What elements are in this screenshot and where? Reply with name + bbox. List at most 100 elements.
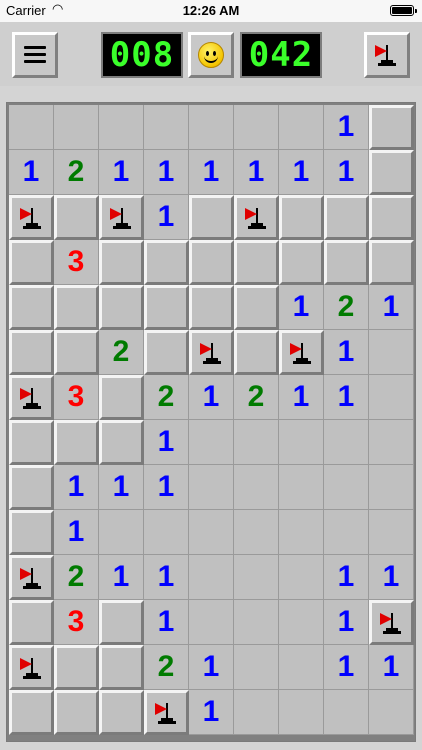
revealed-number-cell[interactable]: 1 [9, 150, 54, 195]
hidden-cell[interactable] [54, 195, 99, 240]
revealed-empty-cell[interactable] [369, 375, 414, 420]
flagged-cell[interactable] [9, 195, 54, 240]
hidden-cell[interactable] [9, 510, 54, 555]
revealed-number-cell[interactable]: 1 [279, 375, 324, 420]
revealed-empty-cell[interactable] [279, 420, 324, 465]
hidden-cell[interactable] [189, 285, 234, 330]
hidden-cell[interactable] [279, 195, 324, 240]
revealed-empty-cell[interactable] [234, 645, 279, 690]
hidden-cell[interactable] [144, 240, 189, 285]
hidden-cell[interactable] [9, 600, 54, 645]
revealed-number-cell[interactable]: 1 [144, 195, 189, 240]
revealed-empty-cell[interactable] [369, 690, 414, 735]
revealed-empty-cell[interactable] [99, 510, 144, 555]
flagged-cell[interactable] [9, 555, 54, 600]
revealed-empty-cell[interactable] [234, 555, 279, 600]
revealed-empty-cell[interactable] [279, 105, 324, 150]
revealed-number-cell[interactable]: 1 [279, 150, 324, 195]
revealed-number-cell[interactable]: 1 [324, 150, 369, 195]
revealed-number-cell[interactable]: 1 [144, 465, 189, 510]
revealed-number-cell[interactable]: 1 [144, 150, 189, 195]
revealed-empty-cell[interactable] [324, 690, 369, 735]
hidden-cell[interactable] [9, 240, 54, 285]
revealed-number-cell[interactable]: 2 [144, 645, 189, 690]
flagged-cell[interactable] [144, 690, 189, 735]
hidden-cell[interactable] [324, 195, 369, 240]
revealed-number-cell[interactable]: 3 [54, 375, 99, 420]
revealed-number-cell[interactable]: 1 [324, 555, 369, 600]
revealed-empty-cell[interactable] [99, 105, 144, 150]
revealed-empty-cell[interactable] [189, 600, 234, 645]
flagged-cell[interactable] [99, 195, 144, 240]
hidden-cell[interactable] [9, 690, 54, 735]
hidden-cell[interactable] [99, 690, 144, 735]
revealed-number-cell[interactable]: 1 [189, 690, 234, 735]
revealed-number-cell[interactable]: 1 [144, 600, 189, 645]
flagged-cell[interactable] [9, 375, 54, 420]
revealed-number-cell[interactable]: 1 [189, 375, 234, 420]
revealed-empty-cell[interactable] [9, 105, 54, 150]
hidden-cell[interactable] [9, 465, 54, 510]
hidden-cell[interactable] [369, 240, 414, 285]
hidden-cell[interactable] [99, 600, 144, 645]
hidden-cell[interactable] [54, 645, 99, 690]
revealed-number-cell[interactable]: 1 [189, 150, 234, 195]
revealed-number-cell[interactable]: 1 [144, 420, 189, 465]
revealed-number-cell[interactable]: 1 [369, 645, 414, 690]
revealed-number-cell[interactable]: 1 [324, 375, 369, 420]
menu-button[interactable] [12, 32, 58, 78]
revealed-number-cell[interactable]: 1 [144, 555, 189, 600]
flagged-cell[interactable] [234, 195, 279, 240]
hidden-cell[interactable] [369, 150, 414, 195]
revealed-number-cell[interactable]: 1 [279, 285, 324, 330]
revealed-number-cell[interactable]: 1 [189, 645, 234, 690]
revealed-empty-cell[interactable] [234, 600, 279, 645]
revealed-number-cell[interactable]: 1 [324, 105, 369, 150]
revealed-empty-cell[interactable] [189, 465, 234, 510]
hidden-cell[interactable] [99, 645, 144, 690]
hidden-cell[interactable] [324, 240, 369, 285]
hidden-cell[interactable] [99, 240, 144, 285]
hidden-cell[interactable] [234, 330, 279, 375]
hidden-cell[interactable] [99, 285, 144, 330]
revealed-empty-cell[interactable] [324, 465, 369, 510]
revealed-empty-cell[interactable] [369, 420, 414, 465]
revealed-empty-cell[interactable] [54, 105, 99, 150]
flagged-cell[interactable] [9, 645, 54, 690]
revealed-number-cell[interactable]: 3 [54, 600, 99, 645]
revealed-empty-cell[interactable] [279, 600, 324, 645]
revealed-empty-cell[interactable] [144, 510, 189, 555]
revealed-number-cell[interactable]: 1 [99, 465, 144, 510]
revealed-empty-cell[interactable] [279, 690, 324, 735]
revealed-number-cell[interactable]: 1 [369, 285, 414, 330]
hidden-cell[interactable] [54, 420, 99, 465]
hidden-cell[interactable] [369, 195, 414, 240]
revealed-empty-cell[interactable] [144, 105, 189, 150]
hidden-cell[interactable] [189, 240, 234, 285]
revealed-number-cell[interactable]: 1 [54, 465, 99, 510]
revealed-number-cell[interactable]: 1 [99, 150, 144, 195]
hidden-cell[interactable] [54, 330, 99, 375]
revealed-number-cell[interactable]: 1 [324, 330, 369, 375]
flag-mode-button[interactable] [364, 32, 410, 78]
revealed-number-cell[interactable]: 2 [324, 285, 369, 330]
revealed-empty-cell[interactable] [369, 465, 414, 510]
flagged-cell[interactable] [279, 330, 324, 375]
revealed-number-cell[interactable]: 1 [99, 555, 144, 600]
revealed-number-cell[interactable]: 2 [144, 375, 189, 420]
revealed-number-cell[interactable]: 1 [369, 555, 414, 600]
hidden-cell[interactable] [234, 240, 279, 285]
revealed-empty-cell[interactable] [234, 510, 279, 555]
revealed-number-cell[interactable]: 1 [324, 645, 369, 690]
hidden-cell[interactable] [144, 285, 189, 330]
hidden-cell[interactable] [54, 690, 99, 735]
revealed-empty-cell[interactable] [234, 105, 279, 150]
revealed-empty-cell[interactable] [279, 465, 324, 510]
hidden-cell[interactable] [54, 285, 99, 330]
revealed-empty-cell[interactable] [234, 420, 279, 465]
revealed-empty-cell[interactable] [279, 645, 324, 690]
hidden-cell[interactable] [9, 285, 54, 330]
flagged-cell[interactable] [369, 600, 414, 645]
revealed-empty-cell[interactable] [279, 555, 324, 600]
hidden-cell[interactable] [369, 105, 414, 150]
